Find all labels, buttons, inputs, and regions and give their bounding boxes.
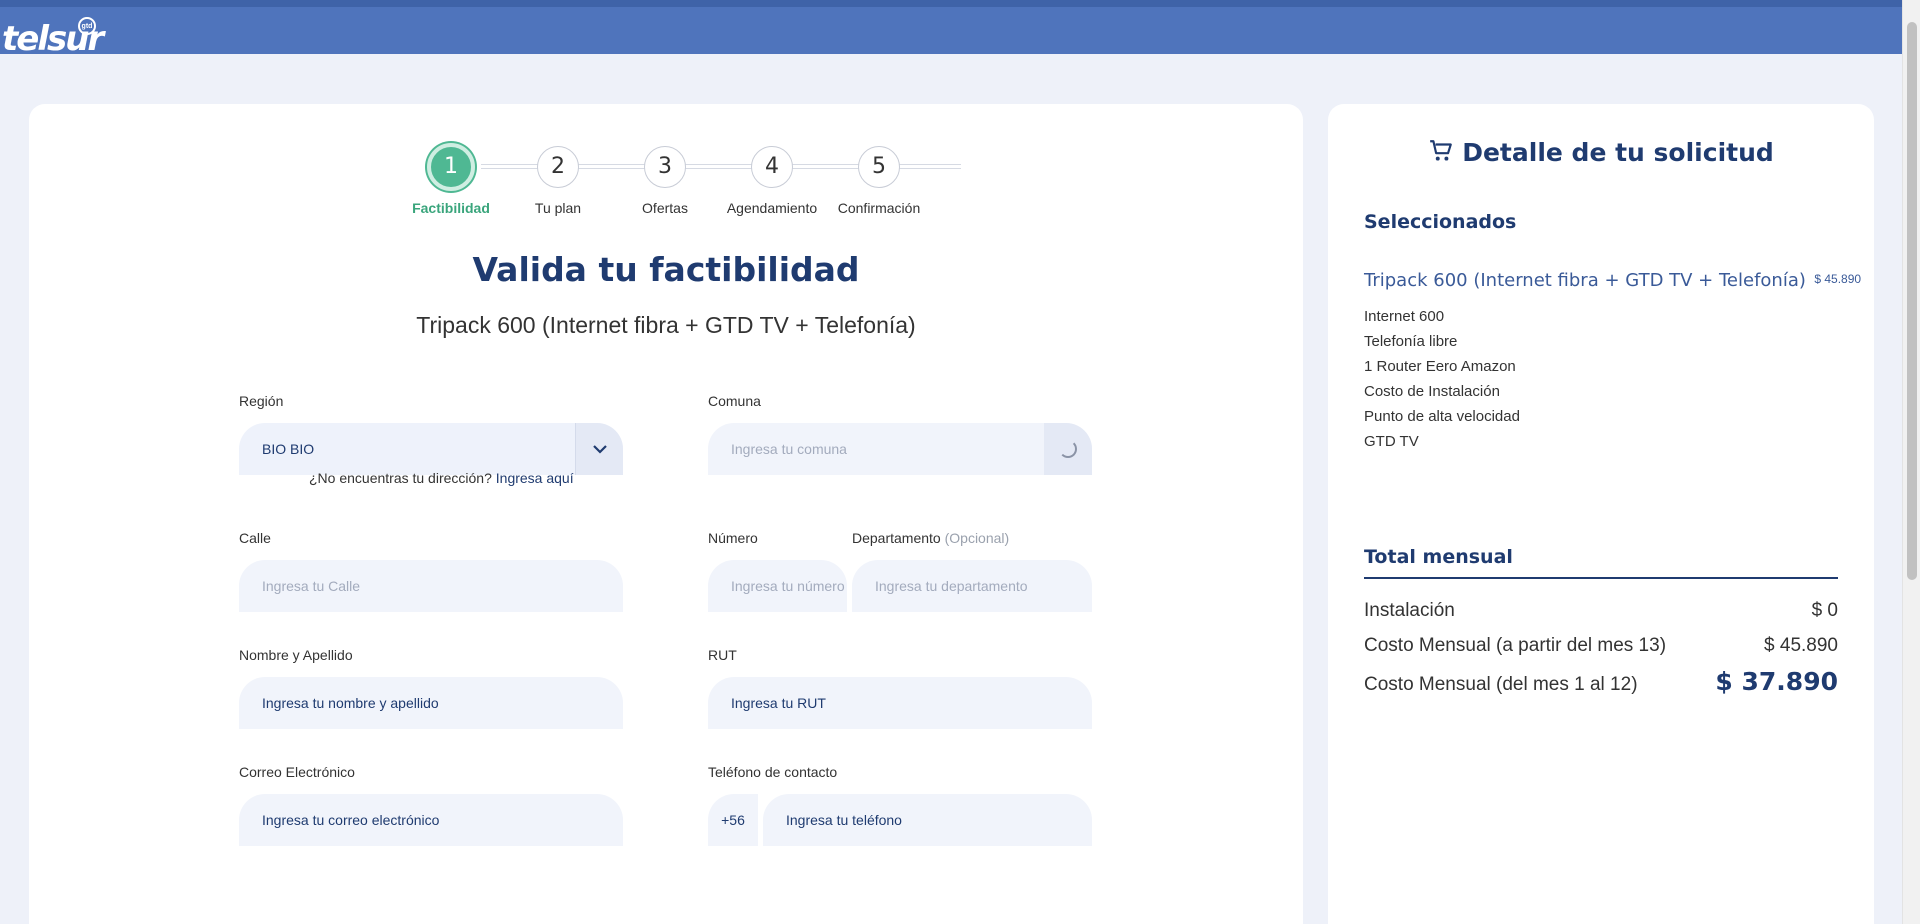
telsur-logo[interactable]: telsur gtd — [2, 13, 104, 59]
phone-prefix: +56 — [708, 794, 758, 846]
region-select[interactable]: BIO BIO — [239, 423, 623, 475]
telefono-field: Teléfono de contacto +56 Ingresa tu telé… — [708, 764, 1092, 846]
list-item: GTD TV — [1364, 433, 1419, 450]
correo-placeholder: Ingresa tu correo electrónico — [262, 812, 440, 828]
plan-subtitle: Tripack 600 (Internet fibra + GTD TV + T… — [416, 312, 916, 338]
step-label: Ofertas — [642, 200, 688, 216]
calle-label: Calle — [239, 530, 271, 546]
calle-placeholder: Ingresa tu Calle — [262, 578, 361, 594]
step-label: Confirmación — [837, 200, 921, 216]
missing-address-text: ¿No encuentras tu dirección? — [309, 470, 492, 486]
selected-heading: Seleccionados — [1364, 211, 1517, 233]
monthly-total-value: $ 37.890 — [1715, 667, 1838, 696]
summary-row-label: Costo Mensual (a partir del mes 13) — [1364, 635, 1667, 656]
total-heading: Total mensual — [1364, 546, 1513, 568]
selected-plan: Tripack 600 (Internet fibra + GTD TV + T… — [1364, 270, 1861, 291]
step-label: Tu plan — [534, 200, 582, 216]
departamento-label: Departamento (Opcional) — [852, 530, 1092, 548]
numero-input[interactable]: Ingresa tu número — [708, 560, 847, 612]
comuna-input[interactable]: Ingresa tu comuna — [708, 423, 1092, 475]
comuna-label: Comuna — [708, 393, 761, 409]
progress-stepper: 1 Factibilidad 2 Tu plan 3 Ofertas 4 Age… — [29, 139, 1303, 219]
step-tu-plan[interactable]: 2 Tu plan — [508, 139, 608, 216]
numero-field: Número Ingresa tu número — [708, 530, 847, 612]
comuna-field: Comuna Ingresa tu comuna — [708, 393, 1092, 475]
rut-input[interactable]: Ingresa tu RUT — [708, 677, 1092, 729]
departamento-label-text: Departamento — [852, 530, 941, 546]
step-number: 3 — [644, 146, 686, 188]
step-number: 4 — [751, 146, 793, 188]
summary-row-instalacion: Instalación $ 0 — [1364, 600, 1838, 622]
enter-address-link[interactable]: Ingresa aquí — [496, 470, 574, 486]
step-number: 2 — [537, 146, 579, 188]
nombre-field: Nombre y Apellido Ingresa tu nombre y ap… — [239, 647, 623, 729]
region-field: Región BIO BIO — [239, 393, 623, 475]
nombre-input[interactable]: Ingresa tu nombre y apellido — [239, 677, 623, 729]
list-item: Telefonía libre — [1364, 333, 1458, 350]
nombre-label: Nombre y Apellido — [239, 647, 353, 663]
cart-icon — [1428, 138, 1454, 170]
list-item: Internet 600 — [1364, 308, 1445, 325]
spinner-icon — [1044, 423, 1092, 475]
summary-card: Detalle de tu solicitud Seleccionados Tr… — [1328, 104, 1874, 924]
step-number: 5 — [858, 146, 900, 188]
summary-title-text: Detalle de tu solicitud — [1462, 138, 1774, 167]
list-item: 1 Router Eero Amazon — [1364, 358, 1516, 375]
departamento-placeholder: Ingresa tu departamento — [875, 578, 1028, 594]
departamento-input[interactable]: Ingresa tu departamento — [852, 560, 1092, 612]
page-title: Valida tu factibilidad — [472, 250, 860, 289]
telefono-input[interactable]: Ingresa tu teléfono — [763, 794, 1092, 846]
rut-placeholder: Ingresa tu RUT — [731, 695, 826, 711]
step-label: Agendamiento — [726, 200, 818, 216]
summary-row-value: $ 0 — [1811, 600, 1838, 621]
step-ofertas[interactable]: 3 Ofertas — [615, 139, 715, 216]
departamento-field: Departamento (Opcional) Ingresa tu depar… — [852, 530, 1092, 612]
numero-placeholder: Ingresa tu número — [731, 578, 845, 594]
summary-row-value: $ 45.890 — [1764, 635, 1838, 656]
step-label: Factibilidad — [412, 200, 490, 216]
summary-row-label: Costo Mensual (del mes 1 al 12) — [1364, 674, 1638, 695]
region-label: Región — [239, 393, 284, 409]
rut-field: RUT Ingresa tu RUT — [708, 647, 1092, 729]
plan-items-list: Internet 600 Telefonía libre 1 Router Ee… — [1364, 304, 1520, 454]
correo-input[interactable]: Ingresa tu correo electrónico — [239, 794, 623, 846]
rut-label: RUT — [708, 647, 737, 663]
summary-row-label: Instalación — [1364, 600, 1455, 621]
calle-input[interactable]: Ingresa tu Calle — [239, 560, 623, 612]
gtd-badge-icon: gtd — [78, 17, 96, 35]
comuna-placeholder: Ingresa tu comuna — [731, 441, 847, 457]
telefono-placeholder: Ingresa tu teléfono — [786, 812, 902, 828]
correo-label: Correo Electrónico — [239, 764, 355, 780]
calle-field: Calle Ingresa tu Calle — [239, 530, 623, 612]
total-divider — [1364, 577, 1838, 579]
nombre-placeholder: Ingresa tu nombre y apellido — [262, 695, 439, 711]
scrollbar-thumb[interactable] — [1907, 22, 1917, 580]
telefono-group: +56 Ingresa tu teléfono — [708, 794, 1092, 846]
top-header: telsur gtd — [0, 0, 1902, 59]
page-scrollbar[interactable] — [1902, 0, 1920, 924]
form-card: 1 Factibilidad 2 Tu plan 3 Ofertas 4 Age… — [29, 104, 1303, 924]
numero-label: Número — [708, 530, 758, 546]
step-number: 1 — [427, 143, 475, 191]
summary-row-mes-13: Costo Mensual (a partir del mes 13) $ 45… — [1364, 635, 1838, 657]
list-item: Punto de alta velocidad — [1364, 408, 1520, 425]
selected-plan-name: Tripack 600 (Internet fibra + GTD TV + T… — [1364, 270, 1806, 291]
summary-row-mes-1-12: Costo Mensual (del mes 1 al 12) $ 37.890 — [1364, 667, 1838, 696]
step-factibilidad[interactable]: 1 Factibilidad — [401, 139, 501, 216]
selected-plan-price: $ 45.890 — [1814, 272, 1862, 286]
optional-tag: (Opcional) — [944, 530, 1010, 546]
step-agendamiento[interactable]: 4 Agendamiento — [722, 139, 822, 216]
summary-title: Detalle de tu solicitud — [1328, 138, 1874, 170]
chevron-down-icon[interactable] — [575, 423, 623, 475]
list-item: Costo de Instalación — [1364, 383, 1500, 400]
missing-address-helper: ¿No encuentras tu dirección? Ingresa aqu… — [309, 470, 574, 486]
step-confirmacion[interactable]: 5 Confirmación — [829, 139, 929, 216]
correo-field: Correo Electrónico Ingresa tu correo ele… — [239, 764, 623, 846]
region-value: BIO BIO — [262, 441, 315, 457]
telefono-label: Teléfono de contacto — [708, 764, 838, 780]
